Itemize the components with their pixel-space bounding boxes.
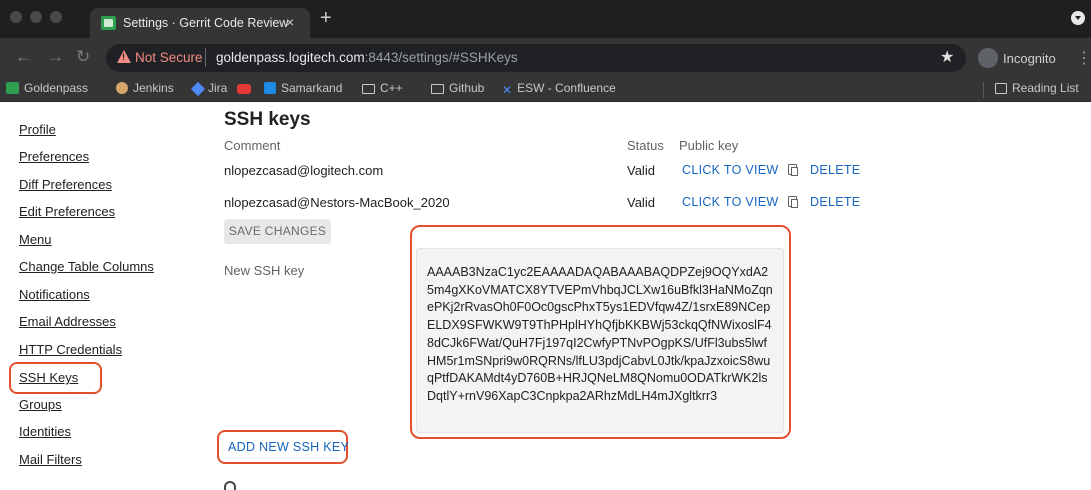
incognito-label[interactable]: Incognito xyxy=(1003,51,1056,66)
url-host: goldenpass.logitech.com xyxy=(216,50,365,65)
warning-icon xyxy=(117,50,131,63)
tab-search-icon[interactable] xyxy=(1071,11,1085,25)
sidebar-item-email-addresses[interactable]: Email Addresses xyxy=(19,314,116,329)
section-title: SSH keys xyxy=(224,109,311,130)
column-header-public-key: Public key xyxy=(679,138,739,153)
new-ssh-key-label: New SSH key xyxy=(224,263,305,278)
bookmark-jira[interactable]: Jira xyxy=(190,81,228,97)
bookmark-label: Goldenpass xyxy=(24,81,89,95)
security-status[interactable]: Not Secure xyxy=(135,50,203,65)
bookmark-label: Jira xyxy=(208,81,228,95)
reading-list-label: Reading List xyxy=(1012,81,1079,95)
column-header-status: Status xyxy=(627,138,664,153)
gerrit-favicon-icon xyxy=(101,16,116,30)
reading-list-icon xyxy=(995,83,1007,94)
sidebar-item-preferences[interactable]: Preferences xyxy=(19,149,89,164)
key-status: Valid xyxy=(627,195,655,210)
key-comment: nlopezcasad@Nestors-MacBook_2020 xyxy=(224,195,450,210)
sidebar-item-groups[interactable]: Groups xyxy=(19,397,62,412)
bookmarks-divider xyxy=(983,82,984,98)
jenkins-icon xyxy=(116,82,128,94)
jira-icon xyxy=(190,81,206,97)
copy-icon[interactable] xyxy=(788,164,798,176)
save-changes-button[interactable]: SAVE CHANGES xyxy=(224,219,331,244)
url-divider xyxy=(205,48,206,67)
sidebar-item-profile[interactable]: Profile xyxy=(19,122,56,137)
gerrit-favicon-icon xyxy=(6,82,19,94)
bookmark-label: Jenkins xyxy=(133,81,174,95)
bookmark-cpp[interactable]: C++ xyxy=(362,81,403,95)
next-section-heading-fragment xyxy=(224,481,236,490)
click-to-view-button[interactable]: CLICK TO VIEW xyxy=(682,195,779,209)
reading-list-button[interactable]: Reading List xyxy=(995,81,1079,95)
bookmark-label: C++ xyxy=(380,81,403,95)
incognito-icon[interactable] xyxy=(978,48,998,68)
back-arrow-icon[interactable]: ← xyxy=(15,47,32,67)
browser-toolbar: ← → ↻ Not Secure goldenpass.logitech.com… xyxy=(0,38,1091,78)
key-status: Valid xyxy=(627,163,655,178)
bookmark-goldenpass[interactable]: Goldenpass xyxy=(6,81,88,95)
forward-arrow-icon[interactable]: → xyxy=(47,47,64,67)
url-path: :8443/settings/#SSHKeys xyxy=(364,50,518,65)
bookmark-jenkins[interactable]: Jenkins xyxy=(116,81,174,95)
youtube-icon xyxy=(237,84,251,94)
browser-tab-settings[interactable]: Settings · Gerrit Code Review × xyxy=(90,8,310,38)
sidebar-item-http-credentials[interactable]: HTTP Credentials xyxy=(19,342,122,357)
url-text[interactable]: goldenpass.logitech.com:8443/settings/#S… xyxy=(216,50,518,65)
settings-sidebar: Profile Preferences Diff Preferences Edi… xyxy=(0,103,182,490)
delete-key-button[interactable]: DELETE xyxy=(810,163,860,177)
folder-icon xyxy=(431,84,444,94)
bookmark-label: ESW - Confluence xyxy=(517,81,616,95)
copy-icon[interactable] xyxy=(788,196,798,208)
new-tab-button[interactable]: + xyxy=(320,8,332,28)
sidebar-item-diff-preferences[interactable]: Diff Preferences xyxy=(19,177,112,192)
browser-titlebar: Settings · Gerrit Code Review × + xyxy=(0,0,1091,38)
sidebar-item-ssh-keys[interactable]: SSH Keys xyxy=(19,370,78,385)
trello-icon xyxy=(264,82,276,94)
bookmarks-bar: Goldenpass Jenkins Jira Samarkand C++ Gi… xyxy=(0,78,1091,102)
reload-icon[interactable]: ↻ xyxy=(76,47,90,67)
add-new-ssh-key-button[interactable]: ADD NEW SSH KEY xyxy=(228,440,349,454)
sidebar-item-change-table-columns[interactable]: Change Table Columns xyxy=(19,259,154,274)
folder-icon xyxy=(362,84,375,94)
settings-main: SSH keys Comment Status Public key nlope… xyxy=(182,103,1091,490)
delete-key-button[interactable]: DELETE xyxy=(810,195,860,209)
sidebar-item-mail-filters[interactable]: Mail Filters xyxy=(19,452,82,467)
bookmark-samarkand[interactable]: Samarkand xyxy=(264,81,342,95)
column-header-comment: Comment xyxy=(224,138,281,153)
sidebar-item-notifications[interactable]: Notifications xyxy=(19,287,90,302)
window-minimize-control[interactable] xyxy=(30,11,42,23)
tab-close-icon[interactable]: × xyxy=(286,14,294,30)
window-close-control[interactable] xyxy=(10,11,22,23)
tab-title: Settings · Gerrit Code Review xyxy=(123,16,289,30)
confluence-icon: ✕ xyxy=(502,83,513,97)
sidebar-item-menu[interactable]: Menu xyxy=(19,232,52,247)
sidebar-item-edit-preferences[interactable]: Edit Preferences xyxy=(19,204,115,219)
key-comment: nlopezcasad@logitech.com xyxy=(224,163,384,178)
bookmark-github[interactable]: Github xyxy=(431,81,484,95)
bookmark-confluence[interactable]: ✕ ESW - Confluence xyxy=(502,81,616,97)
address-bar[interactable]: Not Secure goldenpass.logitech.com:8443/… xyxy=(106,44,966,72)
bookmark-label: Github xyxy=(449,81,485,95)
bookmark-label: Samarkand xyxy=(281,81,343,95)
window-zoom-control[interactable] xyxy=(50,11,62,23)
click-to-view-button[interactable]: CLICK TO VIEW xyxy=(682,163,779,177)
sidebar-item-identities[interactable]: Identities xyxy=(19,424,71,439)
browser-menu-icon[interactable]: ⋮ xyxy=(1076,48,1091,68)
new-ssh-key-textarea[interactable]: AAAAB3NzaC1yc2EAAAADAQABAAABAQDPZej9OQYx… xyxy=(416,248,784,433)
bookmark-star-icon[interactable]: ★ xyxy=(940,47,954,67)
bookmark-youtube[interactable] xyxy=(237,81,256,95)
